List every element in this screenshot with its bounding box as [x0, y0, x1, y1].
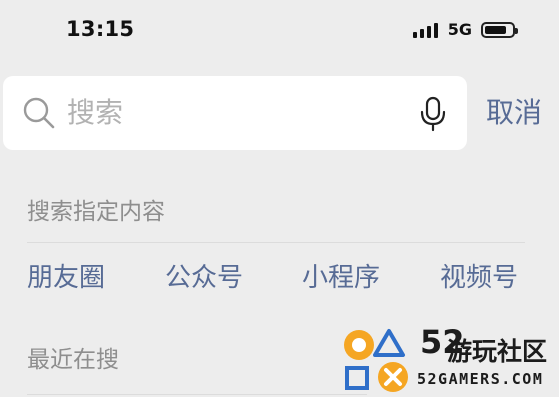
- category-official-accounts[interactable]: 公众号: [165, 262, 243, 294]
- network-type-label: 5G: [447, 20, 472, 39]
- watermark-logo-icon: [344, 329, 408, 392]
- specified-content-title: 搜索指定内容: [27, 199, 165, 225]
- category-mini-programs[interactable]: 小程序: [302, 262, 380, 294]
- search-input[interactable]: 搜索: [67, 98, 123, 128]
- cellular-signal-icon: [412, 22, 438, 38]
- divider: [27, 242, 525, 243]
- battery-icon: [481, 21, 518, 38]
- status-time: 13:15: [66, 17, 135, 41]
- divider: [27, 394, 367, 395]
- category-channels[interactable]: 视频号: [440, 262, 518, 294]
- watermark-domain: 52GAMERS.COM: [417, 370, 544, 388]
- search-icon: [23, 97, 55, 129]
- search-bar[interactable]: 搜索: [3, 76, 467, 150]
- category-moments[interactable]: 朋友圈: [27, 262, 105, 294]
- recent-searches-title: 最近在搜: [27, 347, 119, 373]
- search-page: 13:15 5G 搜索 取消 搜索指定内容 朋友圈 公众号 小程序 视频号 最近…: [0, 0, 559, 397]
- microphone-icon[interactable]: [419, 96, 447, 132]
- watermark: 52 游玩社区 52GAMERS.COM: [337, 324, 559, 397]
- watermark-name: 游玩社区: [447, 337, 548, 366]
- cancel-button[interactable]: 取消: [486, 95, 542, 131]
- status-indicators: 5G: [412, 20, 518, 39]
